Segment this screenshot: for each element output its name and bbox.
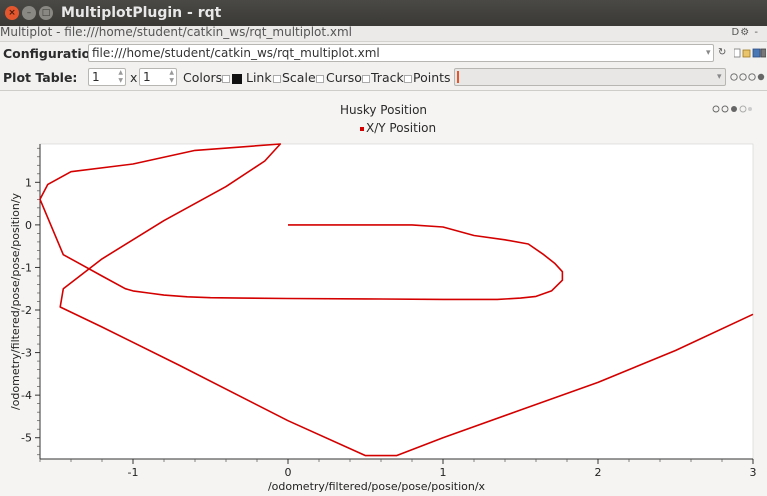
progress-fill (457, 71, 459, 83)
configuration-row: Configuration: file:///home/student/catk… (0, 42, 767, 66)
new-file-icon (734, 48, 741, 58)
link-label: Link (246, 70, 272, 85)
track-checkbox[interactable] (362, 75, 370, 83)
y-tick-label: 0 (25, 219, 32, 232)
pause-icon (739, 73, 747, 81)
cols-spinbox[interactable]: 1 ▲ ▼ (139, 68, 177, 86)
y-tick-label: -3 (21, 347, 32, 360)
window-titlebar: × – □ MultiplotPlugin - rqt (0, 0, 767, 26)
cursor-label: Cursor (326, 70, 368, 85)
y-tick-label: -5 (21, 432, 32, 445)
colors-checkbox[interactable] (222, 75, 230, 83)
plot-canvas (39, 143, 754, 460)
y-tick-label: -4 (21, 389, 32, 402)
maximize-icon: □ (41, 8, 51, 18)
dock-title: Multiplot - file:///home/student/catkin_… (0, 26, 353, 39)
cols-value: 1 (143, 70, 151, 84)
maximize-window-button[interactable]: □ (39, 6, 53, 20)
times-label: x (130, 70, 138, 85)
rows-spinbox[interactable]: 1 ▲ ▼ (88, 68, 126, 86)
chevron-down-icon[interactable]: ▾ (717, 72, 722, 82)
points-checkbox[interactable] (404, 75, 412, 83)
spin-arrows-icon[interactable]: ▲ ▼ (118, 69, 123, 85)
record-icon (730, 73, 738, 81)
y-tick-label: -1 (21, 261, 32, 274)
x-tick-label: 0 (285, 466, 292, 479)
configuration-input[interactable]: file:///home/student/catkin_ws/rqt_multi… (88, 44, 714, 62)
playback-controls[interactable] (730, 73, 766, 82)
config-file-icons[interactable] (734, 48, 766, 59)
clear-icon (748, 73, 756, 81)
window-title: MultiplotPlugin - rqt (61, 5, 222, 21)
chevron-down-icon[interactable]: ▾ (706, 48, 711, 58)
cursor-checkbox[interactable] (316, 75, 324, 83)
minimize-window-button[interactable]: – (22, 6, 36, 20)
dock-titlebar[interactable]: Multiplot - file:///home/student/catkin_… (0, 26, 767, 42)
save-icon (752, 48, 761, 58)
plot-table-label: Plot Table: (3, 70, 78, 85)
save-as-icon (760, 48, 766, 58)
plot-table-row: Plot Table: 1 ▲ ▼ x 1 ▲ ▼ Colors Link Scal… (0, 66, 767, 90)
x-axis-label: /odometry/filtered/pose/pose/position/x (268, 480, 486, 493)
export-icon (757, 73, 765, 81)
x-tick-label: 2 (595, 466, 602, 479)
rows-value: 1 (92, 70, 100, 84)
spin-arrows-icon[interactable]: ▲ ▼ (169, 69, 174, 85)
open-folder-icon (742, 49, 751, 58)
dock-controls-icon[interactable]: D⚙ - (732, 26, 759, 39)
x-tick-label: 3 (750, 466, 757, 479)
points-label: Points (413, 70, 451, 85)
progress-bar (454, 68, 726, 86)
colors-label: Colors (183, 70, 223, 85)
close-window-button[interactable]: × (5, 6, 19, 20)
x-tick-label: 1 (440, 466, 447, 479)
track-label: Track (371, 70, 404, 85)
minimize-icon: – (26, 8, 32, 18)
refresh-icon[interactable]: ↻ (718, 47, 726, 58)
scale-label: Scale (282, 70, 316, 85)
y-axis-label: /odometry/filtered/pose/pose/position/y (9, 192, 22, 410)
y-tick-label: 1 (25, 176, 32, 189)
y-tick-label: -2 (21, 304, 32, 317)
link-checkbox[interactable] (232, 74, 242, 84)
x-tick-label: -1 (128, 466, 139, 479)
scale-checkbox[interactable] (273, 75, 281, 83)
configuration-value: file:///home/student/catkin_ws/rqt_multi… (92, 46, 380, 60)
chart-canvas[interactable]: -1 0 1 2 3 1 0 -1 -2 -3 -4 -5/odometry/filtered/pos… (0, 91, 767, 496)
close-icon: × (8, 8, 16, 18)
